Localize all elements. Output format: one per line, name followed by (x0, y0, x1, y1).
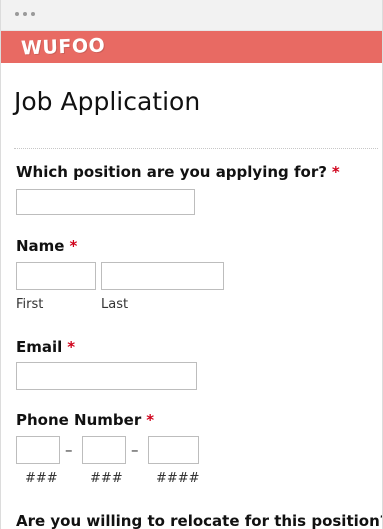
position-label-text: Which position are you applying for? (16, 163, 327, 181)
email-label: Email * (16, 338, 75, 356)
phone-area-input[interactable] (16, 436, 60, 464)
window-dot (23, 12, 27, 16)
position-input[interactable] (16, 189, 195, 215)
page-title: Job Application (14, 87, 201, 116)
last-name-input[interactable] (101, 262, 224, 290)
phone-prefix-sublabel: ### (90, 471, 123, 486)
phone-label: Phone Number * (16, 411, 154, 429)
phone-line-input[interactable] (148, 436, 199, 464)
required-marker: * (69, 237, 78, 255)
brand-bar: WUFOO (1, 31, 382, 63)
phone-label-text: Phone Number (16, 411, 142, 429)
window-dot (31, 12, 35, 16)
first-name-sublabel: First (16, 297, 44, 312)
title-divider (14, 148, 378, 149)
position-label: Which position are you applying for? * (16, 163, 340, 181)
phone-separator: – (131, 441, 139, 459)
required-marker: * (146, 411, 155, 429)
phone-line-sublabel: #### (156, 471, 200, 486)
last-name-sublabel: Last (101, 297, 129, 312)
form-window: WUFOO Job Application Which position are… (0, 0, 383, 529)
phone-separator: – (65, 441, 73, 459)
wufoo-logo[interactable]: WUFOO (21, 35, 106, 60)
phone-area-sublabel: ### (25, 471, 58, 486)
name-label-text: Name (16, 237, 65, 255)
relocate-label: Are you willing to relocate for this pos… (16, 512, 383, 529)
name-label: Name * (16, 237, 77, 255)
window-dots (15, 12, 35, 16)
phone-prefix-input[interactable] (82, 436, 126, 464)
email-input[interactable] (16, 362, 197, 390)
required-marker: * (67, 338, 76, 356)
email-label-text: Email (16, 338, 63, 356)
required-marker: * (331, 163, 340, 181)
first-name-input[interactable] (16, 262, 96, 290)
window-dot (15, 12, 19, 16)
window-chrome (1, 0, 382, 31)
